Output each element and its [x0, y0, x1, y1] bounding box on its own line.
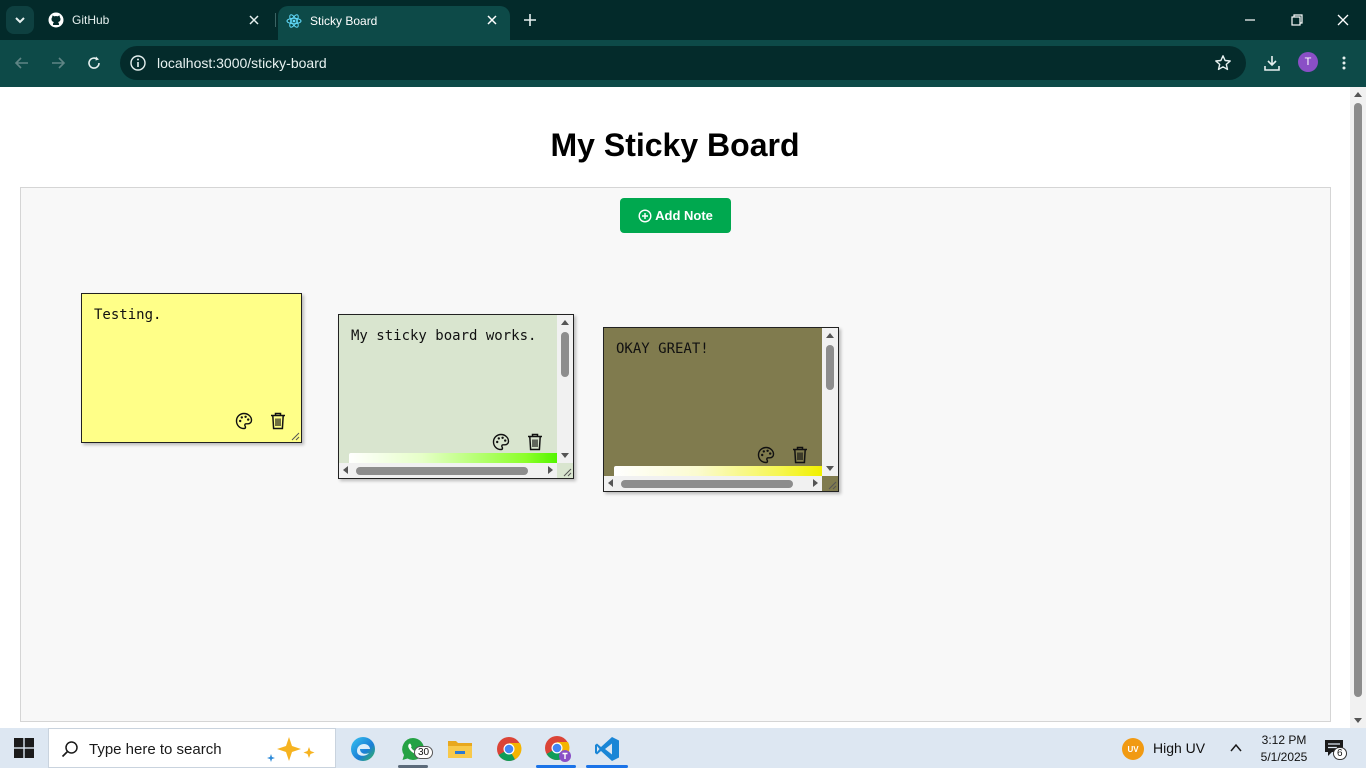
note-horizontal-scrollbar[interactable] [339, 463, 557, 478]
new-tab-button[interactable] [520, 10, 540, 30]
taskbar-file-explorer[interactable] [443, 732, 477, 766]
minimize-icon [1245, 19, 1255, 21]
chevron-up-icon[interactable] [1229, 742, 1243, 754]
github-icon [48, 12, 64, 28]
search-placeholder: Type here to search [89, 741, 222, 758]
windows-start-icon[interactable] [14, 738, 34, 758]
whatsapp-unread-badge: 30 [414, 746, 434, 759]
vscode-icon [595, 737, 619, 761]
close-tab-icon[interactable] [246, 12, 262, 28]
url-text[interactable]: localhost:3000/sticky-board [157, 55, 327, 71]
arrow-left-icon [14, 57, 28, 69]
color-slider-strip[interactable] [614, 466, 822, 476]
back-button[interactable] [10, 51, 34, 75]
profile-avatar[interactable]: T [1298, 52, 1318, 72]
tab-title: Sticky Board [310, 14, 378, 28]
trash-icon[interactable] [792, 446, 808, 464]
browser-menu-button[interactable] [1332, 51, 1356, 75]
palette-icon[interactable] [235, 412, 253, 430]
sticky-board: Add Note Testing. My sticky board works. [20, 187, 1331, 722]
close-window-button[interactable] [1331, 8, 1355, 32]
system-clock[interactable]: 3:12 PM 5/1/2025 [1254, 732, 1314, 766]
palette-icon[interactable] [757, 446, 775, 464]
browser-tab-bar: GitHub Sticky Board [0, 0, 1366, 40]
weather-uv-icon[interactable]: UV [1122, 738, 1144, 760]
taskbar-vscode[interactable] [590, 732, 624, 766]
sticky-note[interactable]: My sticky board works. [338, 314, 574, 479]
palette-icon[interactable] [492, 433, 510, 451]
forward-button[interactable] [46, 51, 70, 75]
taskbar-chrome-profile[interactable] [541, 732, 575, 766]
more-vertical-icon [1342, 56, 1346, 70]
color-slider-strip[interactable] [349, 453, 557, 463]
resize-handle-icon[interactable] [563, 468, 572, 477]
tab-title: GitHub [72, 13, 110, 27]
clock-time: 3:12 PM [1261, 733, 1307, 747]
arrow-right-icon [52, 57, 66, 69]
note-horizontal-scrollbar[interactable] [604, 476, 822, 491]
trash-icon[interactable] [270, 412, 286, 430]
note-text[interactable]: Testing. [94, 307, 161, 323]
search-icon [61, 741, 78, 758]
tab-divider [275, 13, 276, 27]
weather-status[interactable]: High UV [1153, 740, 1205, 756]
site-info-icon[interactable] [129, 54, 147, 72]
chevron-down-icon [15, 17, 25, 24]
folder-icon [448, 741, 472, 758]
close-tab-icon[interactable] [484, 12, 500, 28]
edge-icon [351, 737, 375, 761]
reload-button[interactable] [82, 51, 106, 75]
page-viewport: My Sticky Board Add Note Testing. My sti… [0, 87, 1350, 728]
note-text[interactable]: OKAY GREAT! [616, 341, 709, 357]
reload-icon [88, 56, 100, 69]
restore-button[interactable] [1285, 8, 1309, 32]
add-note-button[interactable]: Add Note [620, 198, 731, 233]
taskbar-chrome[interactable] [492, 732, 526, 766]
trash-icon[interactable] [527, 433, 543, 451]
notification-count-badge: 6 [1333, 747, 1347, 760]
taskbar-edge[interactable] [346, 732, 380, 766]
sticky-note[interactable]: Testing. [81, 293, 302, 443]
chrome-profile-icon [545, 736, 571, 762]
sticky-note[interactable]: OKAY GREAT! [603, 327, 839, 492]
taskbar-search-box[interactable]: Type here to search [48, 728, 336, 768]
plus-icon [524, 14, 536, 26]
resize-handle-icon[interactable] [291, 432, 300, 441]
page-scrollbar[interactable] [1350, 87, 1366, 728]
tab-search-button[interactable] [6, 6, 34, 34]
address-bar[interactable]: localhost:3000/sticky-board [120, 46, 1246, 80]
plus-circle-icon [638, 208, 652, 223]
minimize-button[interactable] [1238, 8, 1262, 32]
browser-toolbar: localhost:3000/sticky-board T [0, 40, 1366, 87]
close-icon [1337, 14, 1349, 26]
tab-sticky-board[interactable]: Sticky Board [278, 6, 510, 40]
tab-github[interactable]: GitHub [40, 0, 272, 40]
chrome-icon [497, 737, 522, 762]
downloads-button[interactable] [1260, 51, 1284, 75]
note-vertical-scrollbar[interactable] [822, 328, 838, 476]
add-note-label: Add Note [655, 208, 713, 223]
download-icon [1264, 56, 1280, 71]
windows-taskbar: Type here to search 30 UV High UV 3:12 P… [0, 728, 1366, 768]
copilot-sparkle-icon[interactable] [265, 735, 325, 763]
restore-icon [1291, 14, 1303, 26]
note-text[interactable]: My sticky board works. [351, 328, 536, 344]
note-vertical-scrollbar[interactable] [557, 315, 573, 463]
page-title: My Sticky Board [550, 127, 800, 163]
react-icon [286, 14, 302, 28]
resize-handle-icon[interactable] [828, 481, 837, 490]
clock-date: 5/1/2025 [1260, 750, 1308, 764]
bookmark-star-icon[interactable] [1214, 54, 1232, 72]
